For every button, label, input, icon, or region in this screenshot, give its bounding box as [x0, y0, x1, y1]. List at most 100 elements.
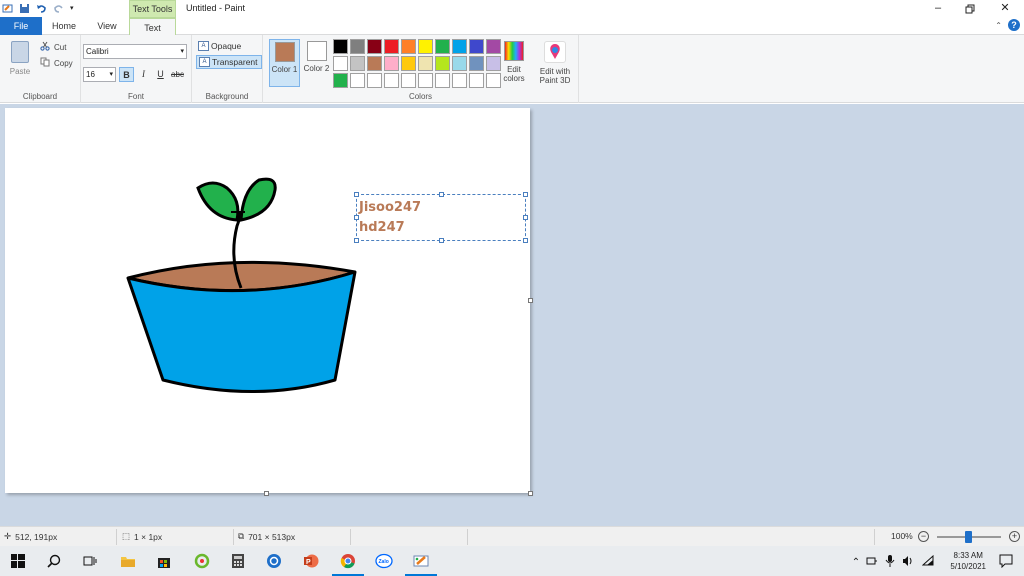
zalo-icon[interactable]: Zalo [374, 551, 394, 571]
drawing-canvas[interactable]: Jisoo247 hd247 [5, 108, 530, 493]
wifi-icon[interactable] [918, 551, 938, 571]
clock-date: 5/10/2021 [950, 562, 986, 571]
restore-icon[interactable] [953, 0, 987, 17]
redo-icon[interactable] [53, 3, 64, 14]
resize-handle[interactable] [439, 238, 444, 243]
taskbar: P Zalo ⌃ 8:33 AM 5/10/2021 [0, 546, 1024, 576]
text-tools-context-tab: Text Tools [129, 0, 176, 17]
resize-handle[interactable] [354, 238, 359, 243]
text-box-selection[interactable]: Jisoo247 hd247 [354, 192, 528, 243]
notifications-icon[interactable] [996, 551, 1016, 571]
paint-app-icon[interactable] [2, 3, 13, 14]
resize-handle[interactable] [439, 192, 444, 197]
tab-file[interactable]: File [0, 17, 42, 35]
palette-swatch[interactable] [452, 39, 467, 54]
palette-swatch[interactable] [452, 56, 467, 71]
palette-swatch[interactable] [384, 39, 399, 54]
quick-access-toolbar: ▾ [2, 2, 81, 15]
customize-qat-icon[interactable]: ▾ [70, 3, 81, 14]
tab-home[interactable]: Home [42, 17, 86, 35]
color2-button[interactable]: Color 2 [301, 39, 332, 87]
undo-icon[interactable] [36, 3, 47, 14]
colors-group-label: Colors [408, 92, 433, 101]
palette-swatch[interactable] [401, 56, 416, 71]
bold-button[interactable]: B [119, 67, 134, 82]
palette-swatch[interactable] [469, 56, 484, 71]
speaker-icon[interactable] [898, 551, 918, 571]
palette-swatch[interactable] [384, 56, 399, 71]
windows-start-icon[interactable] [8, 551, 28, 571]
underline-button[interactable]: U [153, 67, 168, 82]
canvas-workspace: Jisoo247 hd247 [0, 104, 1024, 526]
canvas-resize-handle-right[interactable] [528, 298, 533, 303]
file-explorer-icon[interactable] [118, 551, 138, 571]
palette-swatch[interactable] [350, 39, 365, 54]
font-group: Calibri ▾ 16 ▾ B I U abc Font [81, 35, 192, 103]
store-icon[interactable] [154, 551, 174, 571]
zoom-slider-thumb[interactable] [965, 531, 972, 543]
cut-button[interactable]: Cut [40, 41, 66, 53]
palette-swatch[interactable] [367, 39, 382, 54]
blue-app-icon[interactable] [264, 551, 284, 571]
palette-swatch[interactable] [435, 56, 450, 71]
collapse-ribbon-icon[interactable]: ⌃ [995, 21, 1002, 30]
palette-swatch[interactable] [469, 39, 484, 54]
font-size-select[interactable]: 16 ▾ [83, 67, 116, 82]
help-icon[interactable]: ? [1008, 19, 1020, 31]
palette-swatch[interactable] [418, 73, 433, 88]
resize-handle[interactable] [523, 215, 528, 220]
resize-handle[interactable] [523, 192, 528, 197]
palette-swatch[interactable] [435, 73, 450, 88]
task-view-icon[interactable] [80, 551, 100, 571]
canvas-resize-handle-bottom[interactable] [264, 491, 269, 496]
green-app-icon[interactable] [192, 551, 212, 571]
strikethrough-button[interactable]: abc [170, 67, 185, 82]
zoom-in-icon[interactable]: + [1009, 531, 1020, 542]
paste-button[interactable]: Paste [5, 39, 35, 81]
palette-swatch[interactable] [333, 39, 348, 54]
palette-swatch[interactable] [367, 73, 382, 88]
edit-colors-label: Edit colors [503, 65, 525, 83]
palette-swatch[interactable] [367, 56, 382, 71]
powerpoint-icon[interactable]: P [301, 551, 321, 571]
canvas-text[interactable]: Jisoo247 hd247 [359, 198, 421, 238]
resize-handle[interactable] [523, 238, 528, 243]
search-icon[interactable] [44, 551, 64, 571]
palette-swatch[interactable] [384, 73, 399, 88]
canvas-resize-handle-corner[interactable] [528, 491, 533, 496]
resize-handle[interactable] [354, 192, 359, 197]
italic-button[interactable]: I [136, 67, 151, 82]
plant-pot-drawing [126, 177, 357, 393]
resize-handle[interactable] [354, 215, 359, 220]
tab-view[interactable]: View [86, 17, 128, 35]
palette-swatch[interactable] [452, 73, 467, 88]
transparent-button[interactable]: A Transparent [196, 55, 262, 69]
palette-swatch[interactable] [401, 39, 416, 54]
edit-colors-button[interactable]: Edit colors [499, 39, 529, 83]
edit-with-paint3d-button[interactable]: Edit with Paint 3D [535, 39, 575, 85]
palette-swatch[interactable] [418, 39, 433, 54]
minimize-icon[interactable]: – [921, 0, 955, 17]
chrome-icon[interactable] [332, 551, 364, 576]
palette-swatch[interactable] [469, 73, 484, 88]
close-icon[interactable]: ✕ [988, 0, 1022, 17]
clock[interactable]: 8:33 AM 5/10/2021 [950, 550, 986, 572]
palette-swatch[interactable] [350, 73, 365, 88]
palette-swatch[interactable] [350, 56, 365, 71]
zoom-out-icon[interactable]: − [918, 531, 929, 542]
calculator-icon[interactable] [228, 551, 248, 571]
color1-button[interactable]: Color 1 [269, 39, 300, 87]
copy-button[interactable]: Copy [40, 57, 73, 69]
font-family-select[interactable]: Calibri ▾ [83, 44, 187, 59]
paint-icon[interactable] [405, 551, 437, 576]
microphone-icon[interactable] [880, 551, 900, 571]
palette-swatch[interactable] [333, 73, 348, 88]
palette-swatch[interactable] [435, 39, 450, 54]
save-icon[interactable] [19, 3, 30, 14]
palette-swatch[interactable] [401, 73, 416, 88]
opaque-button[interactable]: A Opaque [196, 39, 243, 53]
tab-text[interactable]: Text [129, 17, 176, 36]
palette-swatch[interactable] [418, 56, 433, 71]
network-adapter-icon[interactable] [862, 551, 882, 571]
palette-swatch[interactable] [333, 56, 348, 71]
